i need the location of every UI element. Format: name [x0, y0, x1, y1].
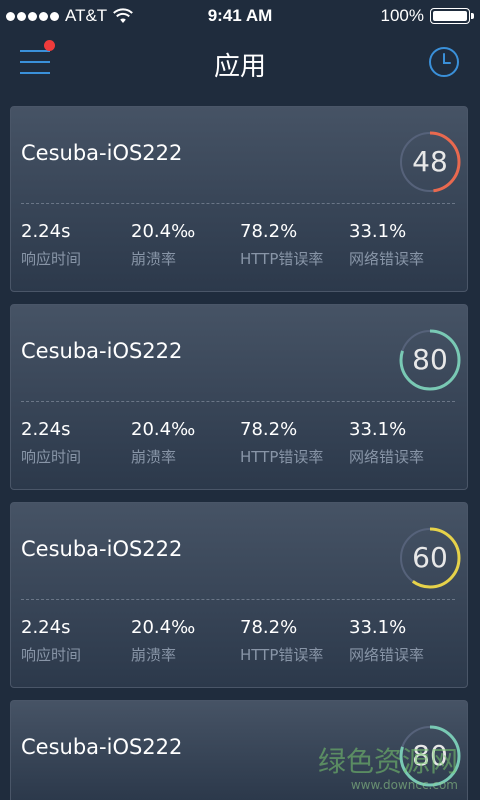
app-name: Cesuba-iOS222: [21, 141, 183, 165]
status-bar: AT&T 9:41 AM 100%: [0, 0, 480, 32]
app-name: Cesuba-iOS222: [21, 339, 183, 363]
metric-value: 78.2%: [240, 419, 298, 440]
watermark: 绿色资源网 www.downcc.com: [318, 740, 458, 792]
score-gauge: 48: [399, 131, 461, 193]
metric-network-error: 33.1% 网络错误率: [349, 419, 424, 467]
history-button[interactable]: [428, 46, 460, 78]
metric-network-error: 33.1% 网络错误率: [349, 617, 424, 665]
app-card[interactable]: Cesuba-iOS222 60 2.24s 响应时间 20.4‰ 崩溃率 78…: [10, 502, 468, 688]
metric-http-error: 78.2% HTTP错误率: [240, 617, 323, 665]
metric-crash-rate: 20.4‰ 崩溃率: [131, 617, 195, 665]
metric-label: 崩溃率: [131, 448, 177, 466]
metric-label: 网络错误率: [349, 448, 425, 466]
metric-value: 33.1%: [349, 221, 407, 242]
metric-value: 33.1%: [349, 419, 407, 440]
metric-label: 网络错误率: [349, 646, 425, 664]
metric-crash-rate: 20.4‰ 崩溃率: [131, 419, 195, 467]
metric-value: 2.24s: [21, 221, 71, 242]
metric-crash-rate: 20.4‰ 崩溃率: [131, 221, 195, 269]
card-divider: [21, 401, 455, 402]
metric-label: 响应时间: [21, 448, 82, 466]
metric-value: 2.24s: [21, 419, 71, 440]
metric-response-time: 2.24s 响应时间: [21, 419, 81, 467]
metric-value: 78.2%: [240, 221, 298, 242]
metric-response-time: 2.24s 响应时间: [21, 617, 81, 665]
app-card[interactable]: Cesuba-iOS222 80 2.24s 响应时间 20.4‰ 崩溃率 78…: [10, 304, 468, 490]
metric-label: 崩溃率: [131, 250, 177, 268]
metric-value: 78.2%: [240, 617, 298, 638]
app-card[interactable]: Cesuba-iOS222 48 2.24s 响应时间 20.4‰ 崩溃率 78…: [10, 106, 468, 292]
metric-label: 响应时间: [21, 646, 82, 664]
card-divider: [21, 203, 455, 204]
metric-value: 2.24s: [21, 617, 71, 638]
card-divider: [21, 599, 455, 600]
metric-response-time: 2.24s 响应时间: [21, 221, 81, 269]
metric-value: 20.4‰: [131, 617, 196, 638]
metric-label: HTTP错误率: [240, 448, 324, 466]
metric-value: 33.1%: [349, 617, 407, 638]
battery-percent: 100%: [380, 6, 424, 25]
metric-label: HTTP错误率: [240, 250, 324, 268]
metric-label: HTTP错误率: [240, 646, 324, 664]
metric-network-error: 33.1% 网络错误率: [349, 221, 424, 269]
nav-bar: 应用: [0, 32, 480, 96]
app-name: Cesuba-iOS222: [21, 537, 183, 561]
metric-value: 20.4‰: [131, 221, 196, 242]
metric-label: 网络错误率: [349, 250, 425, 268]
page-title: 应用: [213, 52, 266, 82]
metric-http-error: 78.2% HTTP错误率: [240, 419, 323, 467]
score-value: 80: [412, 343, 448, 376]
clock-icon: [429, 47, 459, 77]
score-value: 48: [412, 145, 448, 178]
battery-icon: [430, 8, 474, 24]
metric-http-error: 78.2% HTTP错误率: [240, 221, 323, 269]
metric-value: 20.4‰: [131, 419, 196, 440]
score-gauge: 60: [399, 527, 461, 589]
watermark-url: www.downcc.com: [350, 778, 458, 792]
metric-label: 响应时间: [21, 250, 82, 268]
app-name: Cesuba-iOS222: [21, 735, 183, 759]
watermark-text: 绿色资源网: [317, 745, 458, 778]
metric-label: 崩溃率: [131, 646, 177, 664]
score-value: 60: [412, 541, 448, 574]
status-right: 100%: [380, 6, 474, 26]
score-gauge: 80: [399, 329, 461, 391]
